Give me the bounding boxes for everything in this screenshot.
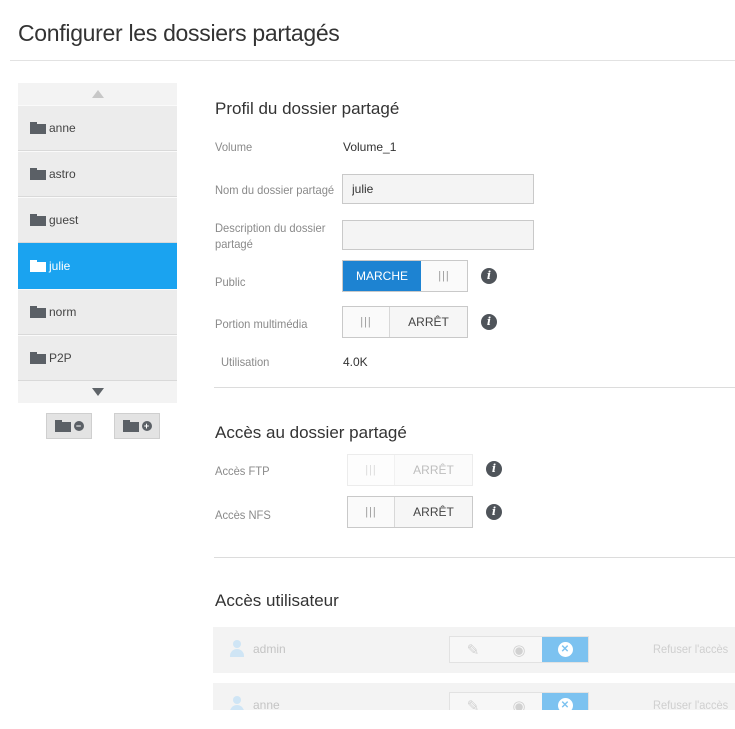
media-info-icon[interactable]: i — [481, 314, 497, 330]
toggle-on-label: MARCHE — [343, 261, 421, 291]
toggle-off-label: ARRÊT — [389, 307, 467, 337]
folder-name: anne — [49, 121, 76, 135]
edit-icon[interactable]: ✎ — [450, 637, 496, 662]
usage-label: Utilisation — [221, 355, 270, 369]
toggle-off-label: ARRÊT — [394, 455, 472, 485]
page-title: Configurer les dossiers partagés — [18, 20, 340, 46]
media-label: Portion multimédia — [215, 317, 308, 331]
folder-item-julie[interactable]: julie — [18, 243, 177, 289]
folder-item-astro[interactable]: astro — [18, 151, 177, 197]
folder-icon — [30, 214, 46, 226]
folder-item-p2p[interactable]: P2P — [18, 335, 177, 381]
public-label: Public — [215, 275, 246, 289]
folder-name: guest — [49, 213, 79, 227]
folder-name-input[interactable] — [342, 174, 534, 204]
add-folder-button[interactable]: + — [114, 413, 160, 439]
users-section-title: Accès utilisateur — [215, 591, 339, 610]
minus-icon: − — [73, 421, 84, 431]
ftp-toggle[interactable]: ||| ARRÊT — [347, 454, 473, 486]
ftp-label: Accès FTP — [215, 464, 270, 478]
page-footer-mask — [0, 710, 735, 729]
folder-item-anne[interactable]: anne — [18, 105, 177, 151]
folder-icon — [54, 420, 71, 432]
folder-name: astro — [49, 167, 76, 181]
usage-value: 4.0K — [343, 355, 368, 369]
public-info-icon[interactable]: i — [481, 268, 497, 284]
triangle-up-icon — [91, 90, 104, 98]
toggle-grip: ||| — [421, 261, 467, 291]
description-input[interactable] — [342, 220, 534, 250]
folder-sidebar: anne astro guest julie norm P2P − + — [18, 83, 177, 439]
close-icon: ✕ — [557, 642, 573, 657]
folder-name-label: Nom du dossier partagé — [215, 183, 335, 197]
scroll-up-button[interactable] — [18, 83, 177, 105]
toggle-off-label: ARRÊT — [394, 497, 472, 527]
toggle-grip: ||| — [348, 497, 394, 527]
user-row-admin: admin ✎ ◉ ✕ Refuser l'accès — [213, 627, 735, 673]
toggle-grip: ||| — [348, 455, 394, 485]
user-icon — [229, 640, 245, 658]
description-label: Description du dossier partagé — [215, 221, 326, 251]
folder-icon — [30, 306, 46, 318]
volume-label: Volume — [215, 140, 253, 154]
ftp-info-icon[interactable]: i — [486, 461, 502, 477]
access-status: Refuser l'accès — [653, 642, 729, 656]
user-name: admin — [253, 642, 286, 656]
eye-icon[interactable]: ◉ — [496, 637, 542, 662]
toggle-grip: ||| — [343, 307, 389, 337]
folder-name: julie — [49, 259, 71, 273]
folder-item-norm[interactable]: norm — [18, 289, 177, 335]
folder-icon — [30, 260, 46, 272]
folder-icon — [30, 352, 46, 364]
title-divider — [10, 60, 735, 61]
folder-actions: − + — [18, 413, 177, 439]
media-toggle[interactable]: ||| ARRÊT — [342, 306, 468, 338]
public-toggle[interactable]: MARCHE ||| — [342, 260, 468, 292]
triangle-down-icon — [91, 388, 104, 396]
scroll-down-button[interactable] — [18, 381, 177, 403]
folder-name: P2P — [49, 351, 72, 365]
deny-button[interactable]: ✕ — [542, 637, 588, 662]
folder-icon — [30, 122, 46, 134]
folder-name: norm — [49, 305, 77, 319]
folder-icon — [30, 168, 46, 180]
volume-value: Volume_1 — [343, 140, 397, 154]
nfs-label: Accès NFS — [215, 508, 271, 522]
plus-icon: + — [141, 421, 152, 431]
folder-icon — [122, 420, 139, 432]
section-divider — [214, 557, 735, 558]
profile-section-title: Profil du dossier partagé — [215, 99, 400, 118]
permission-group: ✎ ◉ ✕ — [449, 636, 589, 663]
nfs-info-icon[interactable]: i — [486, 504, 502, 520]
access-section-title: Accès au dossier partagé — [215, 423, 407, 442]
folder-item-guest[interactable]: guest — [18, 197, 177, 243]
section-divider — [214, 387, 735, 388]
nfs-toggle[interactable]: ||| ARRÊT — [347, 496, 473, 528]
remove-folder-button[interactable]: − — [46, 413, 92, 439]
